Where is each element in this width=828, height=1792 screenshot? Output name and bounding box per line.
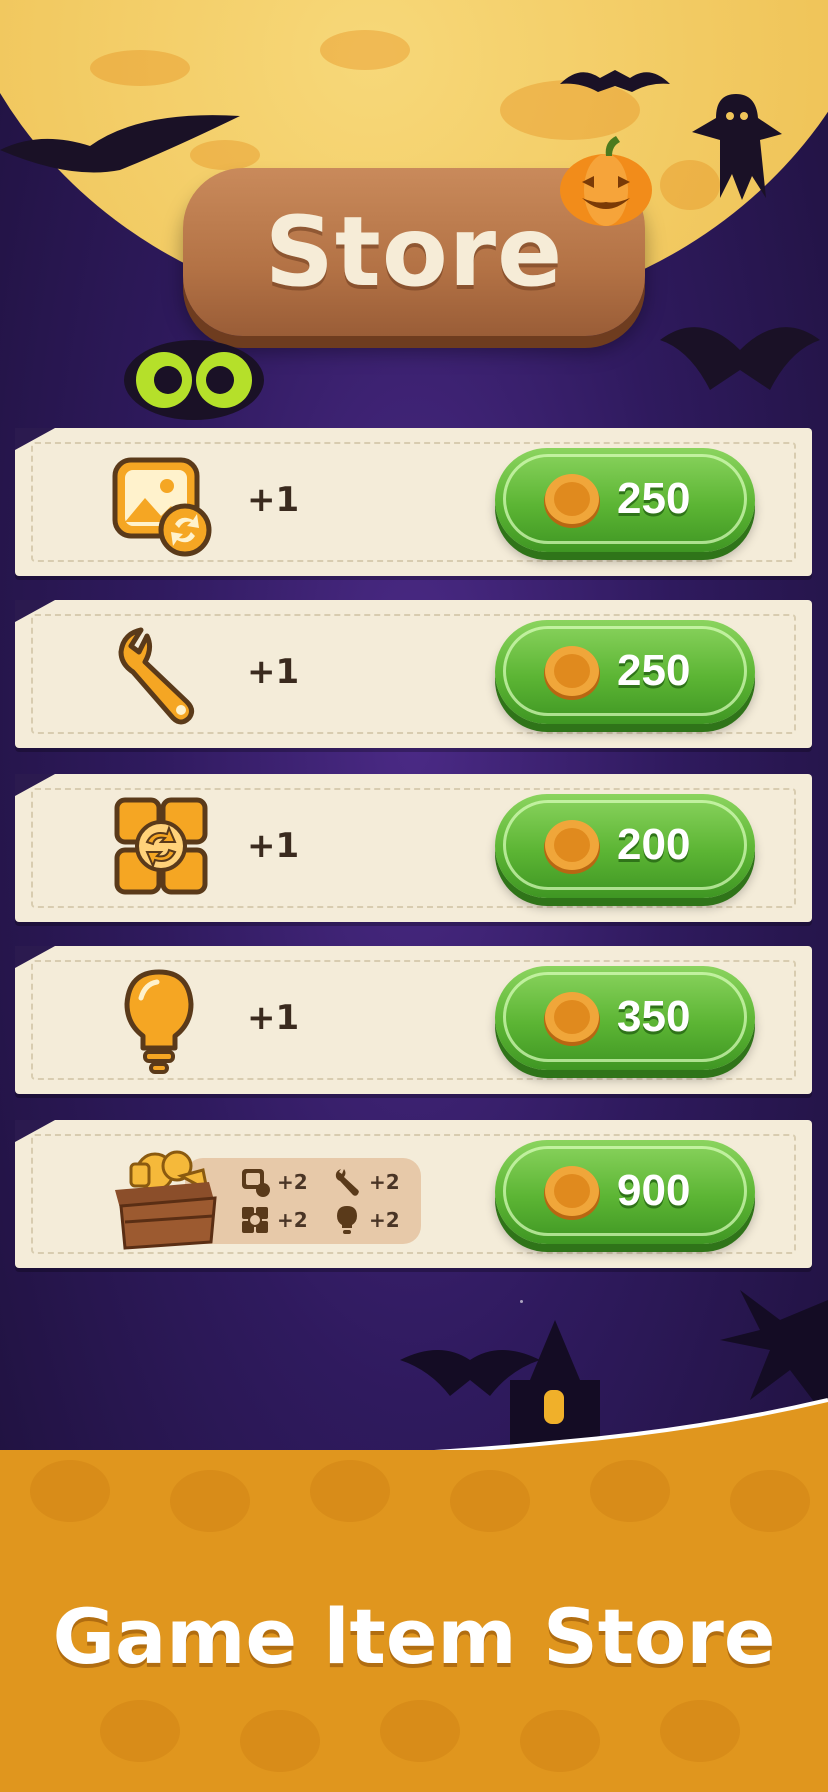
bat-icon [0,115,240,173]
coin-icon [544,646,600,700]
item-quantity: +1 [247,480,300,520]
bat-icon [560,70,670,92]
buy-button[interactable]: 350 [495,966,755,1070]
lightbulb-icon [337,1206,357,1234]
bundle-price: 900 [617,1166,691,1215]
buy-button[interactable]: 250 [495,448,755,552]
store-item-card: +1 200 [15,774,812,922]
coin-icon [544,474,600,528]
coin-icon [544,992,600,1046]
footer-caption: Game ltem Store [52,1592,776,1681]
item-price: 250 [617,646,691,695]
treasure-box-icon [115,1150,217,1250]
shuffle-icon [242,1207,268,1233]
coin-icon [544,1166,600,1220]
wrench-icon [335,1169,359,1196]
store-item-card: +1 250 [15,428,812,576]
item-quantity: +1 [247,826,300,866]
store-item-card: +1 350 [15,946,812,1094]
buy-button[interactable]: 200 [495,794,755,898]
bundle-item: +2 [239,1166,308,1198]
buy-button[interactable]: 250 [495,620,755,724]
shuffle-icon [114,797,208,895]
item-price: 350 [617,992,691,1041]
page-title: Store [264,196,564,308]
item-quantity: +1 [247,652,300,692]
bat-icon [660,327,820,390]
wrench-icon [118,627,195,725]
lightbulb-icon [124,969,194,1074]
bundle-item: +2 [331,1204,400,1236]
coin-icon [544,820,600,874]
image-swap-icon [112,457,212,557]
item-price: 250 [617,474,691,523]
item-price: 200 [617,820,691,869]
buy-button[interactable]: 900 [495,1140,755,1244]
jack-o-lantern-icon [560,136,652,226]
image-swap-icon [242,1169,270,1197]
bundle-item: +2 [331,1166,400,1198]
store-item-card: +1 250 [15,600,812,748]
item-quantity: +1 [247,998,300,1038]
ghost-icon [692,94,782,200]
monster-eyes-icon [124,340,264,420]
bundle-item: +2 [239,1204,308,1236]
store-bundle-card: +2 +2 +2 +2 900 [15,1120,812,1268]
